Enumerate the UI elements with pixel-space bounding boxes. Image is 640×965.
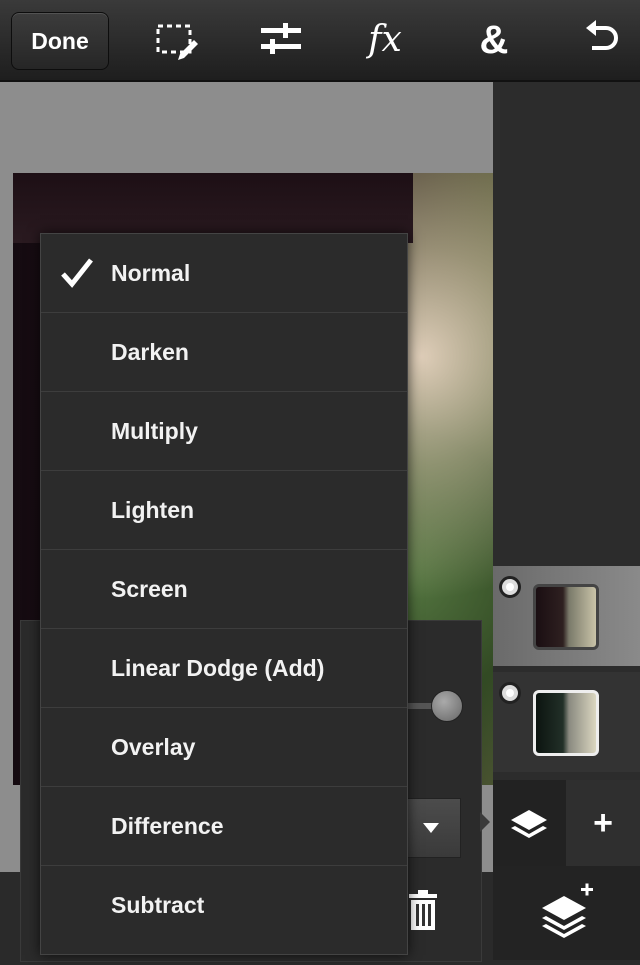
blend-option-screen[interactable]: Screen xyxy=(41,550,407,629)
blend-option-darken[interactable]: Darken xyxy=(41,313,407,392)
chevron-down-icon xyxy=(423,823,439,833)
done-button[interactable]: Done xyxy=(11,12,109,70)
new-layer-area[interactable] xyxy=(493,866,640,960)
ampersand-icon[interactable]: & xyxy=(466,14,522,66)
blend-mode-menu: Normal Darken Multiply Lighten Screen Li… xyxy=(40,233,408,955)
blend-option-overlay[interactable]: Overlay xyxy=(41,708,407,787)
add-layer-button[interactable]: + xyxy=(566,780,640,866)
layer-visibility-toggle[interactable] xyxy=(499,576,521,598)
selection-edit-icon[interactable] xyxy=(148,14,204,66)
blend-option-normal[interactable]: Normal xyxy=(41,234,407,313)
adjustments-icon[interactable] xyxy=(253,14,309,66)
layer-thumbnail[interactable] xyxy=(533,584,599,650)
blend-mode-dropdown[interactable] xyxy=(405,798,461,858)
layer-row-1[interactable] xyxy=(493,566,640,666)
layer-row-2[interactable] xyxy=(493,672,640,772)
undo-icon[interactable] xyxy=(572,14,628,66)
popover-pointer xyxy=(480,812,490,832)
add-layer-stack-icon[interactable] xyxy=(493,866,640,960)
checkmark-icon xyxy=(61,258,93,288)
layers-tab[interactable] xyxy=(493,780,566,866)
trash-icon[interactable] xyxy=(406,890,440,930)
blend-option-lighten[interactable]: Lighten xyxy=(41,471,407,550)
layers-icon xyxy=(511,810,547,838)
blend-option-difference[interactable]: Difference xyxy=(41,787,407,866)
blend-option-multiply[interactable]: Multiply xyxy=(41,392,407,471)
blend-option-linear-dodge[interactable]: Linear Dodge (Add) xyxy=(41,629,407,708)
blend-option-subtract[interactable]: Subtract xyxy=(41,866,407,945)
fx-icon[interactable]: fx xyxy=(357,14,413,66)
layer-thumbnail[interactable] xyxy=(533,690,599,756)
layer-visibility-toggle[interactable] xyxy=(499,682,521,704)
opacity-slider-knob[interactable] xyxy=(431,690,463,722)
top-toolbar: Done fx & xyxy=(0,0,640,82)
